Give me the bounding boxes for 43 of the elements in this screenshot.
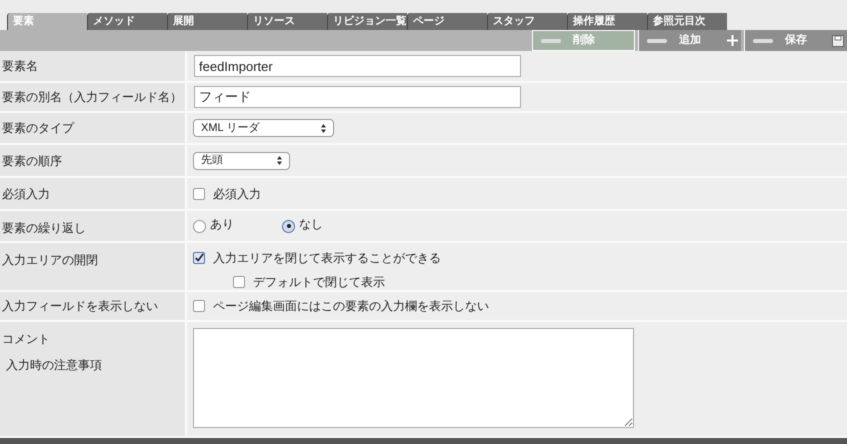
checkbox[interactable] — [233, 276, 245, 288]
stepper-icon — [277, 156, 282, 165]
text-field[interactable]: フィード — [194, 86, 521, 108]
pill-icon — [541, 38, 561, 42]
radio-label: なし — [299, 216, 323, 233]
tab[interactable]: 展開 — [167, 13, 247, 30]
stepper-icon — [321, 124, 326, 132]
tab[interactable]: リソース — [247, 13, 327, 30]
field-label: 要素の繰り返し — [2, 220, 87, 237]
radio-button[interactable] — [193, 220, 206, 232]
checkbox[interactable] — [193, 188, 205, 200]
checkbox[interactable] — [193, 252, 205, 264]
field-label: 入力フィールドを表示しない — [2, 298, 159, 315]
checkbox-label: 必須入力 — [213, 186, 261, 202]
checkbox-label: デフォルトで閉じて表示 — [253, 274, 385, 291]
tab[interactable]: メソッド — [87, 13, 167, 30]
tab[interactable]: 操作履歴 — [567, 13, 647, 30]
field-label: 要素名 — [2, 58, 39, 75]
checkbox-label: ページ編集画面にはこの要素の入力欄を表示しない — [213, 298, 489, 315]
dropdown[interactable]: 先頭 — [193, 152, 290, 170]
tab[interactable]: リビジョン一覧 — [327, 13, 407, 30]
checkbox-label: 入力エリアを閉じて表示することができる — [213, 250, 441, 267]
tab[interactable]: ページ — [407, 13, 487, 30]
tab[interactable]: スタッフ — [487, 13, 567, 30]
text-field[interactable]: feedImporter — [194, 55, 521, 77]
checkbox[interactable] — [193, 300, 205, 312]
field-label: コメント — [2, 331, 51, 348]
field-label: 要素の別名（入力フィールド名） — [2, 89, 183, 106]
pill-icon — [753, 38, 773, 42]
toolbar-button[interactable]: 保存 — [744, 30, 847, 51]
radio-button[interactable] — [282, 220, 295, 232]
radio-label: あり — [210, 216, 234, 233]
field-label: 入力エリアの開閉 — [2, 252, 99, 269]
comment-field[interactable] — [193, 328, 634, 428]
field-label: 必須入力 — [2, 186, 51, 202]
dropdown[interactable]: XML リーダ — [193, 119, 334, 137]
pill-icon — [647, 38, 667, 42]
field-hint: 入力時の注意事項 — [5, 357, 103, 374]
plus-icon — [727, 35, 738, 46]
tab[interactable]: 参照元目次 — [647, 13, 727, 30]
toolbar-button[interactable]: 追加 — [638, 30, 741, 51]
field-label: 要素のタイプ — [2, 120, 76, 137]
field-label: 要素の順序 — [2, 152, 63, 170]
